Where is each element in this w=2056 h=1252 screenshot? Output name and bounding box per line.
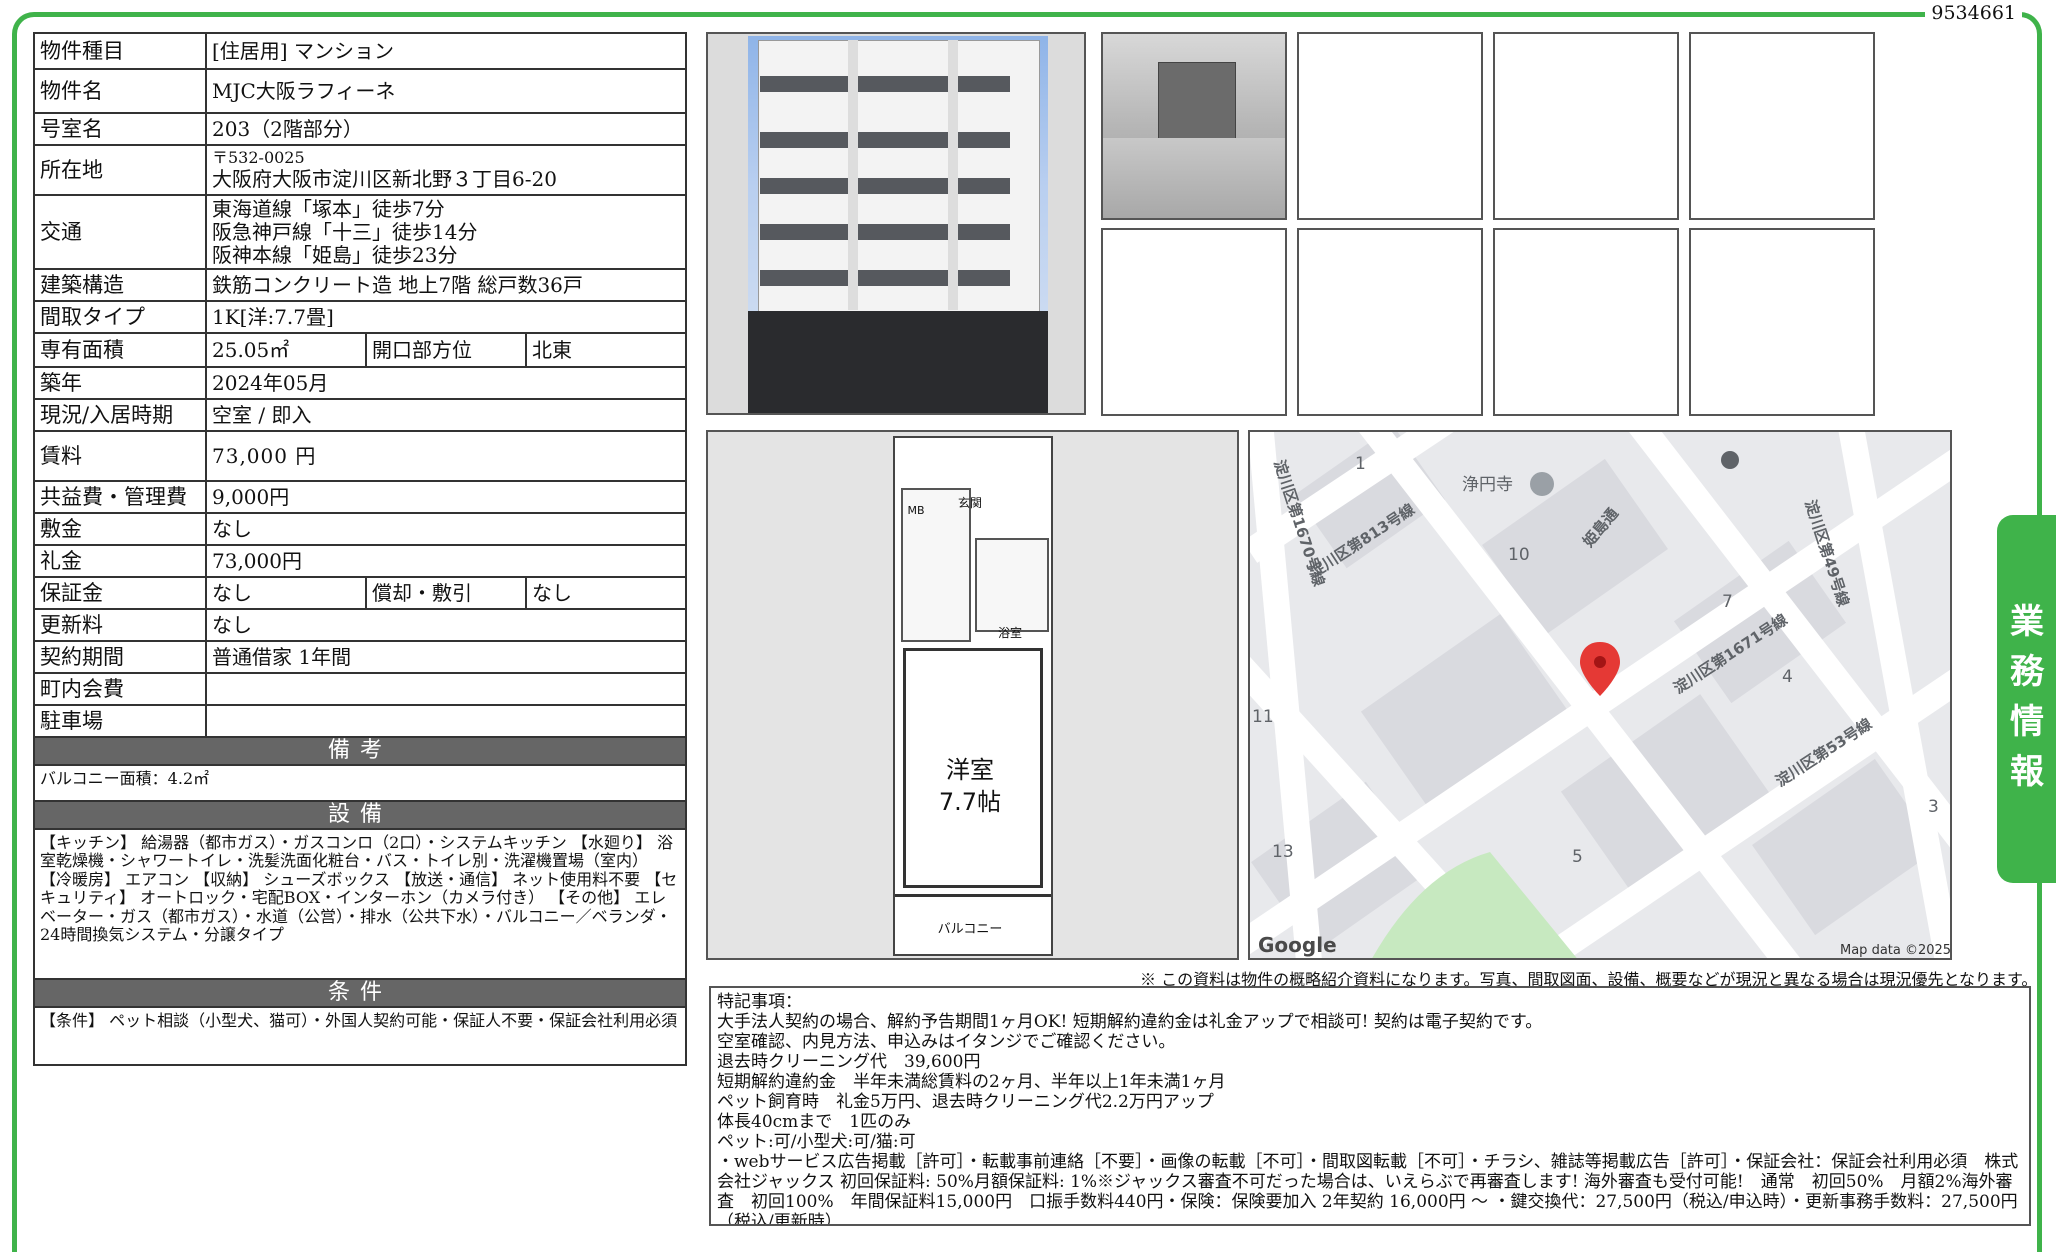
name-label: 物件名 bbox=[33, 68, 207, 114]
remarks-line: 大手法人契約の場合、解約予告期間1ヶ月OK! 短期解約違約金は礼金アップで相談可… bbox=[717, 1012, 1543, 1032]
bath-label: 浴室 bbox=[997, 626, 1022, 640]
area-value: 25.05㎡ bbox=[205, 332, 367, 368]
amort-value: なし bbox=[525, 576, 687, 610]
photo-slot[interactable] bbox=[1493, 228, 1679, 416]
mb-label: MB bbox=[907, 504, 925, 517]
remarks-line: ペット:可/小型犬:可/猫:可 bbox=[717, 1132, 916, 1152]
guarantee-label: 保証金 bbox=[33, 576, 207, 610]
transport-line: 東海道線「塚本」徒歩7分 bbox=[212, 196, 445, 221]
photo-slot[interactable] bbox=[1689, 228, 1875, 416]
property-spec-table: 物件種目 [住居用] マンション 物件名 MJC大阪ラフィーネ 号室名 203（2階部… bbox=[33, 32, 687, 1066]
renewal-label: 更新料 bbox=[33, 608, 207, 642]
entrance-lobby-photo[interactable] bbox=[1101, 32, 1287, 220]
area-label: 専有面積 bbox=[33, 332, 207, 368]
photo-slot[interactable] bbox=[1297, 228, 1483, 416]
document-id: 9534661 bbox=[1925, 2, 2022, 24]
conditions-header: 条件 bbox=[33, 978, 687, 1008]
room-label: 号室名 bbox=[33, 112, 207, 146]
photo-slot[interactable] bbox=[1297, 32, 1483, 220]
rent-value: 73,000 円 bbox=[205, 430, 687, 482]
deposit-label: 敷金 bbox=[33, 512, 207, 546]
address-zip: 〒532-0025 bbox=[212, 148, 305, 168]
contract-value: 普通借家 1年間 bbox=[205, 640, 687, 674]
contract-label: 契約期間 bbox=[33, 640, 207, 674]
remarks-line: 特記事項： bbox=[717, 992, 802, 1012]
parking-label: 駐車場 bbox=[33, 704, 207, 738]
remarks-extra: ・webサービス広告掲載［許可］・転載事前連絡［不要］・画像の転載［不可］・間取… bbox=[717, 1152, 2019, 1226]
built-value: 2024年05月 bbox=[205, 366, 687, 400]
special-remarks-box: 特記事項： 大手法人契約の場合、解約予告期間1ヶ月OK! 短期解約違約金は礼金ア… bbox=[709, 986, 2031, 1226]
structure-label: 建築構造 bbox=[33, 268, 207, 302]
block-number: 1 bbox=[1355, 454, 1366, 474]
remarks-header: 備考 bbox=[33, 736, 687, 766]
map-canvas: 1 10 7 4 11 3 13 5 浄円寺 淀川区第1670号線 淀川区第81… bbox=[1250, 432, 1951, 958]
fee-value: 9,000円 bbox=[205, 480, 687, 514]
remarks-line: 空室確認、内見方法、申込みはイタンジでご確認ください。 bbox=[717, 1032, 1176, 1052]
deposit-value: なし bbox=[205, 512, 687, 546]
structure-value: 鉄筋コンクリート造 地上7階 総戸数36戸 bbox=[205, 268, 687, 302]
remarks-value: バルコニー面積：4.2㎡ bbox=[33, 764, 687, 802]
block-number: 10 bbox=[1508, 545, 1530, 565]
status-value: 空室 / 即入 bbox=[205, 398, 687, 432]
parking-value bbox=[205, 704, 687, 738]
photo-slot[interactable] bbox=[1101, 228, 1287, 416]
name-value: MJC大阪ラフィーネ bbox=[205, 68, 687, 114]
block-number: 3 bbox=[1928, 797, 1939, 817]
balcony-label: バルコニー bbox=[937, 922, 1003, 937]
transport-line: 阪神本線「姫島」徒歩23分 bbox=[212, 242, 458, 267]
conditions-value: 【条件】 ペット相談（小型犬、猫可）・外国人契約可能・保証人不要・保証会社利用必… bbox=[33, 1006, 687, 1066]
building-exterior-photo[interactable] bbox=[706, 32, 1086, 415]
block-number: 13 bbox=[1272, 842, 1294, 862]
direction-value: 北東 bbox=[525, 332, 687, 368]
floor-plan: 玄関 MB 浴室 洋室 7.7帖 バルコニー bbox=[893, 436, 1053, 956]
rent-label: 賃料 bbox=[33, 430, 207, 482]
building-illustration bbox=[748, 36, 1048, 413]
block-number: 4 bbox=[1782, 667, 1793, 687]
town-fee-label: 町内会費 bbox=[33, 672, 207, 706]
transport-label: 交通 bbox=[33, 194, 207, 270]
business-info-tab-label: 業務情報 bbox=[2010, 602, 2044, 792]
type-label: 物件種目 bbox=[33, 32, 207, 70]
remarks-line: ペット飼育時 礼金5万円、退去時クリーニング代2.2万円アップ bbox=[717, 1092, 1214, 1112]
renewal-value: なし bbox=[205, 608, 687, 642]
town-fee-value bbox=[205, 672, 687, 706]
amort-label: 償却・敷引 bbox=[365, 576, 527, 610]
address-label: 所在地 bbox=[33, 144, 207, 196]
photo-slot[interactable] bbox=[1493, 32, 1679, 220]
block-number: 5 bbox=[1572, 847, 1583, 867]
room-label: 洋室 bbox=[946, 756, 994, 784]
transport-line: 阪急神戸線「十三」徒歩14分 bbox=[212, 219, 478, 244]
built-label: 築年 bbox=[33, 366, 207, 400]
fee-label: 共益費・管理費 bbox=[33, 480, 207, 514]
remarks-line: 短期解約違約金 半年未満総賃料の2ヶ月、半年以上1年未満1ヶ月 bbox=[717, 1072, 1226, 1092]
temple-label: 浄円寺 bbox=[1462, 475, 1513, 495]
remarks-line: 退去時クリーニング代 39,600円 bbox=[717, 1052, 981, 1072]
layout-label: 間取タイプ bbox=[33, 300, 207, 334]
direction-label: 開口部方位 bbox=[365, 332, 527, 368]
equipment-value: 【キッチン】 給湯器（都市ガス）・ガスコンロ（2口）・システムキッチン 【水廻り… bbox=[33, 828, 687, 980]
layout-value: 1K[洋:7.7畳] bbox=[205, 300, 687, 334]
business-info-tab[interactable]: 業務情報 bbox=[1997, 515, 2056, 883]
floor-plan-panel[interactable]: 玄関 MB 浴室 洋室 7.7帖 バルコニー bbox=[706, 430, 1239, 960]
remarks-line: 体長40cmまで 1匹のみ bbox=[717, 1112, 912, 1132]
location-map[interactable]: 1 10 7 4 11 3 13 5 浄円寺 淀川区第1670号線 淀川区第81… bbox=[1248, 430, 1952, 960]
guarantee-value: なし bbox=[205, 576, 367, 610]
block-number: 11 bbox=[1252, 707, 1274, 727]
map-attribution: Map data ©2025 bbox=[1840, 943, 1951, 958]
google-logo: Google bbox=[1258, 933, 1337, 957]
equipment-header: 設備 bbox=[33, 800, 687, 830]
status-label: 現況/入居時期 bbox=[33, 398, 207, 432]
address-value: 大阪府大阪市淀川区新北野３丁目6-20 bbox=[212, 166, 557, 191]
room-value: 203（2階部分） bbox=[205, 112, 687, 146]
key-money-label: 礼金 bbox=[33, 544, 207, 578]
block-number: 7 bbox=[1722, 592, 1733, 612]
bath-area bbox=[975, 538, 1049, 632]
room-size: 7.7帖 bbox=[938, 788, 1002, 816]
type-value: [住居用] マンション bbox=[205, 32, 687, 70]
key-money-value: 73,000円 bbox=[205, 544, 687, 578]
photo-slot[interactable] bbox=[1689, 32, 1875, 220]
